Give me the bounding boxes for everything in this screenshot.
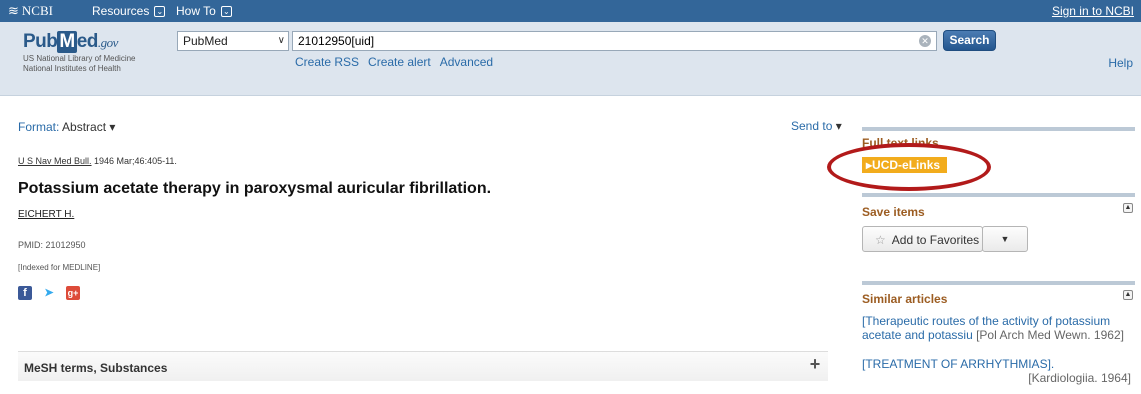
howto-menu[interactable]: How To ⌄ xyxy=(176,4,232,18)
similar-article-item[interactable]: [Therapeutic routes of the activity of p… xyxy=(862,314,1135,342)
format-label: Format: xyxy=(18,120,60,134)
divider xyxy=(862,193,1135,197)
search-sublinks: Create RSS Create alert Advanced xyxy=(295,55,493,69)
author-link[interactable]: EICHERT H. xyxy=(18,209,74,220)
collapse-icon[interactable]: ▲ xyxy=(1123,290,1133,300)
logo-ed: ed xyxy=(76,31,99,52)
resources-label: Resources xyxy=(92,4,150,18)
ncbi-logo-text: NCBI xyxy=(21,3,53,18)
send-to-menu[interactable]: Send to ▾ xyxy=(791,119,842,133)
ncbi-helix-icon: ≋ xyxy=(8,3,19,18)
logo-pub: Pub xyxy=(23,31,58,52)
collapse-icon[interactable]: ▲ xyxy=(1123,203,1133,213)
pmid: PMID: 21012950 xyxy=(18,240,86,250)
chevron-down-icon: ⌄ xyxy=(154,5,166,17)
database-value: PubMed xyxy=(183,34,228,48)
similar-article-title[interactable]: [TREATMENT OF ARRHYTHMIAS]. xyxy=(862,357,1135,371)
create-alert-link[interactable]: Create alert xyxy=(368,55,431,69)
resources-menu[interactable]: Resources ⌄ xyxy=(92,4,166,18)
social-share: f ➤ g+ xyxy=(18,286,80,300)
ncbi-logo[interactable]: ≋ NCBI xyxy=(8,3,53,19)
similar-article-item[interactable]: [TREATMENT OF ARRHYTHMIAS]. [Kardiologii… xyxy=(862,357,1135,385)
facebook-icon[interactable]: f xyxy=(18,286,32,300)
help-link[interactable]: Help xyxy=(1108,56,1133,70)
chevron-down-icon: ∨ xyxy=(277,35,285,46)
clear-icon[interactable]: ✕ xyxy=(919,35,931,47)
pubmed-logo[interactable]: Pub Med.gov US National Library of Medici… xyxy=(23,31,136,73)
similar-articles-heading: Similar articles xyxy=(862,292,948,306)
send-to-label: Send to xyxy=(791,119,833,133)
mesh-terms-section[interactable]: MeSH terms, Substances + xyxy=(18,351,828,381)
ncbi-top-bar: ≋ NCBI Resources ⌄ How To ⌄ Sign in to N… xyxy=(0,0,1141,22)
indexed-status: [Indexed for MEDLINE] xyxy=(18,263,101,272)
citation-details: 1946 Mar;46:405-11. xyxy=(91,156,177,166)
highlight-annotation xyxy=(827,143,991,191)
divider xyxy=(862,127,1135,131)
chevron-down-icon: ⌄ xyxy=(220,5,232,17)
search-button[interactable]: Search xyxy=(943,30,996,51)
logo-subtitle-2: National Institutes of Health xyxy=(23,64,121,73)
logo-gov: .gov xyxy=(97,35,119,50)
divider xyxy=(862,281,1135,285)
format-selector[interactable]: Format: Abstract ▾ xyxy=(18,120,115,134)
similar-article-source: [Kardiologiia. 1964] xyxy=(1028,371,1131,385)
add-to-favorites-button[interactable]: ☆ Add to Favorites xyxy=(862,226,983,252)
database-select[interactable]: PubMed ∨ xyxy=(177,31,289,51)
favorites-dropdown-button[interactable]: ▼ xyxy=(982,226,1028,252)
twitter-icon[interactable]: ➤ xyxy=(42,286,56,300)
save-items-heading: Save items xyxy=(862,205,925,219)
star-icon: ☆ xyxy=(875,233,886,247)
howto-label: How To xyxy=(176,4,216,18)
expand-plus-icon[interactable]: + xyxy=(806,355,824,374)
mesh-terms-label: MeSH terms, Substances xyxy=(24,361,168,375)
article-title: Potassium acetate therapy in paroxysmal … xyxy=(18,180,492,197)
similar-article-source: [Pol Arch Med Wewn. 1962] xyxy=(976,328,1124,342)
search-input[interactable]: 21012950[uid] xyxy=(292,31,937,51)
google-plus-icon[interactable]: g+ xyxy=(66,286,80,300)
caret-down-icon: ▾ xyxy=(109,120,116,134)
format-value: Abstract xyxy=(62,120,107,134)
logo-m: M xyxy=(57,31,77,53)
journal-link[interactable]: U S Nav Med Bull. xyxy=(18,156,92,166)
advanced-link[interactable]: Advanced xyxy=(440,55,493,69)
citation: U S Nav Med Bull. 1946 Mar;46:405-11. xyxy=(18,156,177,166)
caret-down-icon: ▾ xyxy=(835,119,842,133)
create-rss-link[interactable]: Create RSS xyxy=(295,55,359,69)
sign-in-link[interactable]: Sign in to NCBI xyxy=(1052,4,1134,18)
logo-subtitle-1: US National Library of Medicine xyxy=(23,54,136,63)
add-to-favorites-label: Add to Favorites xyxy=(891,233,980,247)
